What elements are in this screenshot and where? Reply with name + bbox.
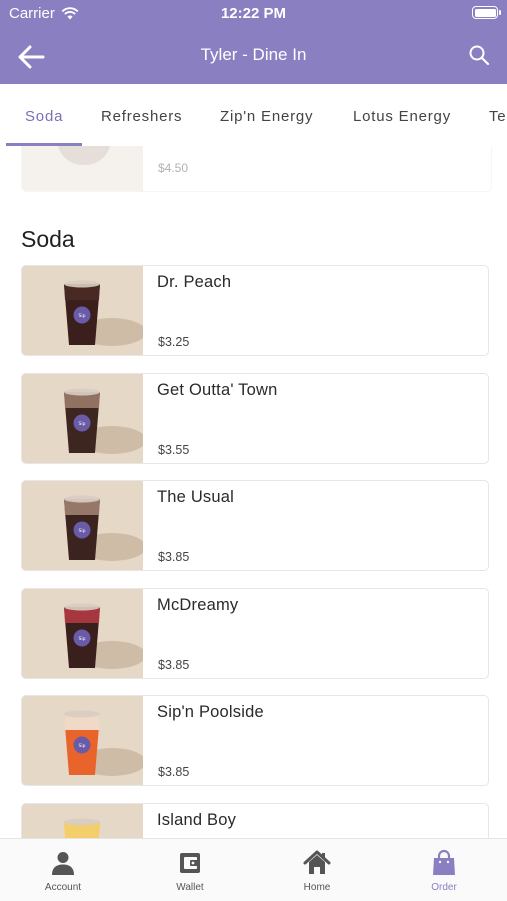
drink-image: Sip bbox=[22, 373, 143, 463]
previous-item-card[interactable]: $4.50 bbox=[21, 146, 492, 192]
drink-image: Sip bbox=[22, 588, 143, 678]
svg-text:Sip: Sip bbox=[79, 636, 86, 642]
category-tabs: Soda Refreshers Zip'n Energy Lotus Energ… bbox=[0, 84, 507, 147]
app-header: Carrier 12:22 PM Tyler - Dine In bbox=[0, 0, 507, 84]
tab-soda[interactable]: Soda bbox=[25, 108, 63, 125]
drink-image: Sip bbox=[22, 803, 143, 838]
tab-tea[interactable]: Te bbox=[489, 108, 506, 125]
item-name: Island Boy bbox=[157, 810, 237, 829]
bottom-tab-label: Account bbox=[44, 882, 82, 893]
page-title: Tyler - Dine In bbox=[200, 45, 307, 64]
tab-lotus-energy[interactable]: Lotus Energy bbox=[353, 108, 451, 125]
item-price: $3.85 bbox=[158, 550, 190, 564]
item-price: $3.55 bbox=[158, 442, 190, 457]
bottom-tab-order[interactable]: Order bbox=[381, 839, 507, 901]
bottom-tab-label: Order bbox=[431, 882, 457, 893]
item-price: $3.85 bbox=[158, 657, 190, 672]
item-name: McDreamy bbox=[157, 595, 239, 614]
item-price: $3.85 bbox=[158, 765, 190, 779]
menu-item-card[interactable]: Sip Sip'n Poolside $3.85 bbox=[21, 695, 489, 786]
bottom-tab-label: Home bbox=[303, 882, 331, 893]
item-name: Sip'n Poolside bbox=[157, 703, 264, 721]
tab-zipn-energy[interactable]: Zip'n Energy bbox=[220, 108, 313, 125]
svg-text:Sip: Sip bbox=[79, 743, 86, 749]
battery-icon bbox=[472, 6, 501, 19]
item-price: $3.25 bbox=[158, 335, 190, 349]
home-icon bbox=[303, 850, 331, 874]
menu-item-card[interactable]: Sip The Usual $3.85 bbox=[21, 480, 489, 571]
menu-item-card[interactable]: Sip Dr. Peach $3.25 bbox=[21, 265, 489, 356]
tab-refreshers[interactable]: Refreshers bbox=[101, 108, 182, 125]
menu-item-card[interactable]: Sip Get Outta' Town $3.55 bbox=[21, 372, 489, 464]
svg-text:Sip: Sip bbox=[79, 313, 86, 319]
drink-image: Sip bbox=[22, 266, 143, 355]
drink-image: Sip bbox=[22, 481, 143, 570]
person-icon bbox=[52, 852, 74, 875]
section-title: Soda bbox=[21, 226, 75, 252]
bottom-tab-label: Wallet bbox=[176, 882, 204, 893]
svg-text:Sip: Sip bbox=[79, 528, 86, 534]
svg-text:Sip: Sip bbox=[79, 421, 86, 427]
menu-list[interactable]: $4.50 Soda Sip Dr. Peach $3.25 Sip Get Outta… bbox=[0, 146, 507, 838]
bottom-tab-wallet[interactable]: Wallet bbox=[127, 839, 253, 901]
bottom-tab-bar: Account Wallet Home Order bbox=[0, 838, 507, 901]
bottom-tab-home[interactable]: Home bbox=[254, 839, 380, 901]
status-bar: Carrier 12:22 PM bbox=[0, 0, 507, 28]
status-time: 12:22 PM bbox=[220, 5, 287, 22]
previous-item-image bbox=[22, 146, 143, 191]
bottom-tab-account[interactable]: Account bbox=[0, 839, 126, 901]
menu-item-card[interactable]: Sip McDreamy $3.85 bbox=[21, 587, 489, 679]
shopping-bag-icon bbox=[433, 849, 455, 875]
item-name: Get Outta' Town bbox=[157, 380, 278, 399]
drink-image: Sip bbox=[22, 696, 143, 785]
nav-bar: Tyler - Dine In bbox=[0, 36, 507, 76]
wallet-icon bbox=[180, 853, 200, 873]
previous-item-price: $4.50 bbox=[158, 161, 189, 175]
search-icon[interactable] bbox=[468, 44, 490, 66]
item-name: The Usual bbox=[157, 488, 235, 506]
menu-item-card[interactable]: Sip Island Boy bbox=[21, 802, 489, 838]
item-name: Dr. Peach bbox=[157, 273, 232, 291]
